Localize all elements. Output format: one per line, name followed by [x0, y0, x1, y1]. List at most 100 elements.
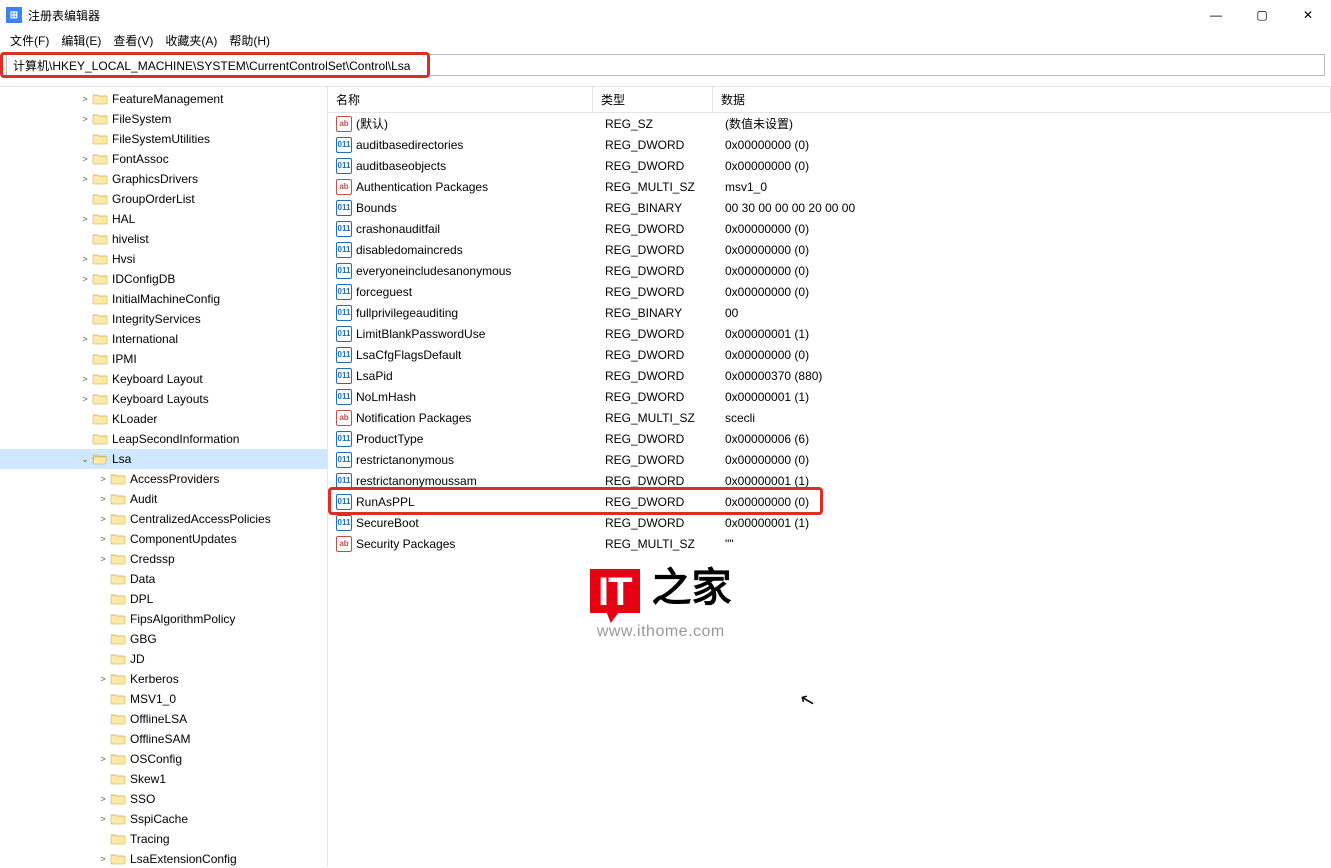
window-maximize-button[interactable]: ▢: [1239, 0, 1285, 30]
tree-item[interactable]: >Hvsi: [0, 249, 328, 269]
chevron-right-icon[interactable]: >: [96, 514, 110, 524]
tree-item[interactable]: >ComponentUpdates: [0, 529, 328, 549]
tree-item[interactable]: >GraphicsDrivers: [0, 169, 328, 189]
value-type: REG_DWORD: [597, 348, 717, 362]
chevron-right-icon[interactable]: >: [96, 754, 110, 764]
menu-file[interactable]: 文件(F): [4, 30, 55, 51]
tree-item[interactable]: >HAL: [0, 209, 328, 229]
tree-item[interactable]: >SSO: [0, 789, 328, 809]
value-row[interactable]: abSecurity PackagesREG_MULTI_SZ"": [328, 533, 1331, 554]
chevron-right-icon[interactable]: >: [78, 174, 92, 184]
tree-item-label: JD: [130, 652, 145, 666]
tree-item[interactable]: Tracing: [0, 829, 328, 849]
chevron-right-icon[interactable]: >: [78, 394, 92, 404]
value-row[interactable]: 011restrictanonymousREG_DWORD0x00000000 …: [328, 449, 1331, 470]
chevron-right-icon[interactable]: >: [96, 854, 110, 864]
value-row[interactable]: 011ProductTypeREG_DWORD0x00000006 (6): [328, 428, 1331, 449]
tree-item[interactable]: GroupOrderList: [0, 189, 328, 209]
value-row[interactable]: 011LsaCfgFlagsDefaultREG_DWORD0x00000000…: [328, 344, 1331, 365]
value-name: auditbasedirectories: [356, 138, 597, 152]
value-row[interactable]: 011restrictanonymoussamREG_DWORD0x000000…: [328, 470, 1331, 491]
tree-item[interactable]: GBG: [0, 629, 328, 649]
folder-icon: [110, 812, 126, 826]
address-bar-input[interactable]: [6, 54, 1325, 76]
tree-item[interactable]: >FontAssoc: [0, 149, 328, 169]
value-row[interactable]: abAuthentication PackagesREG_MULTI_SZmsv…: [328, 176, 1331, 197]
menu-view[interactable]: 查看(V): [107, 30, 159, 51]
value-row[interactable]: 011auditbasedirectoriesREG_DWORD0x000000…: [328, 134, 1331, 155]
chevron-right-icon[interactable]: >: [78, 274, 92, 284]
value-row[interactable]: 011crashonauditfailREG_DWORD0x00000000 (…: [328, 218, 1331, 239]
chevron-right-icon[interactable]: >: [78, 214, 92, 224]
chevron-down-icon[interactable]: ⌄: [78, 454, 92, 465]
tree-item[interactable]: Data: [0, 569, 328, 589]
chevron-right-icon[interactable]: >: [78, 334, 92, 344]
value-row[interactable]: abNotification PackagesREG_MULTI_SZscecl…: [328, 407, 1331, 428]
tree-item[interactable]: IPMI: [0, 349, 328, 369]
chevron-right-icon[interactable]: >: [96, 534, 110, 544]
column-header-data[interactable]: 数据: [713, 87, 1331, 112]
tree-item[interactable]: >LsaExtensionConfig: [0, 849, 328, 867]
value-row[interactable]: 011SecureBootREG_DWORD0x00000001 (1): [328, 512, 1331, 533]
window-close-button[interactable]: ✕: [1285, 0, 1331, 30]
chevron-right-icon[interactable]: >: [78, 154, 92, 164]
registry-tree-pane[interactable]: >FeatureManagement>FileSystemFileSystemU…: [0, 87, 328, 867]
chevron-right-icon[interactable]: >: [78, 374, 92, 384]
tree-item[interactable]: >FileSystem: [0, 109, 328, 129]
chevron-right-icon[interactable]: >: [96, 474, 110, 484]
tree-item[interactable]: >Kerberos: [0, 669, 328, 689]
value-row[interactable]: 011auditbaseobjectsREG_DWORD0x00000000 (…: [328, 155, 1331, 176]
tree-item[interactable]: hivelist: [0, 229, 328, 249]
value-row[interactable]: 011disabledomaincredsREG_DWORD0x00000000…: [328, 239, 1331, 260]
tree-item[interactable]: >Keyboard Layouts: [0, 389, 328, 409]
chevron-right-icon[interactable]: >: [96, 494, 110, 504]
value-row[interactable]: 011BoundsREG_BINARY00 30 00 00 00 20 00 …: [328, 197, 1331, 218]
menu-help[interactable]: 帮助(H): [223, 30, 276, 51]
registry-values-pane[interactable]: 名称 类型 数据 ab(默认)REG_SZ(数值未设置)011auditbase…: [328, 87, 1331, 867]
value-row[interactable]: 011everyoneincludesanonymousREG_DWORD0x0…: [328, 260, 1331, 281]
tree-item[interactable]: MSV1_0: [0, 689, 328, 709]
tree-item[interactable]: >FeatureManagement: [0, 89, 328, 109]
column-header-name[interactable]: 名称: [328, 87, 593, 112]
value-row[interactable]: 011fullprivilegeauditingREG_BINARY00: [328, 302, 1331, 323]
tree-item[interactable]: ⌄Lsa: [0, 449, 328, 469]
tree-item-label: Data: [130, 572, 155, 586]
menu-favorites[interactable]: 收藏夹(A): [159, 30, 223, 51]
value-row[interactable]: 011LsaPidREG_DWORD0x00000370 (880): [328, 365, 1331, 386]
value-row[interactable]: 011RunAsPPLREG_DWORD0x00000000 (0): [328, 491, 1331, 512]
tree-item[interactable]: FipsAlgorithmPolicy: [0, 609, 328, 629]
chevron-right-icon[interactable]: >: [78, 114, 92, 124]
tree-item[interactable]: KLoader: [0, 409, 328, 429]
chevron-right-icon[interactable]: >: [78, 94, 92, 104]
tree-item[interactable]: >Credssp: [0, 549, 328, 569]
chevron-right-icon[interactable]: >: [78, 254, 92, 264]
tree-item[interactable]: >IDConfigDB: [0, 269, 328, 289]
chevron-right-icon[interactable]: >: [96, 814, 110, 824]
value-row[interactable]: ab(默认)REG_SZ(数值未设置): [328, 113, 1331, 134]
tree-item[interactable]: >Audit: [0, 489, 328, 509]
value-row[interactable]: 011NoLmHashREG_DWORD0x00000001 (1): [328, 386, 1331, 407]
tree-item[interactable]: Skew1: [0, 769, 328, 789]
tree-item[interactable]: >SspiCache: [0, 809, 328, 829]
chevron-right-icon[interactable]: >: [96, 794, 110, 804]
tree-item[interactable]: OfflineLSA: [0, 709, 328, 729]
tree-item[interactable]: FileSystemUtilities: [0, 129, 328, 149]
tree-item[interactable]: >International: [0, 329, 328, 349]
tree-item[interactable]: >AccessProviders: [0, 469, 328, 489]
column-header-type[interactable]: 类型: [593, 87, 713, 112]
tree-item[interactable]: >CentralizedAccessPolicies: [0, 509, 328, 529]
tree-item[interactable]: InitialMachineConfig: [0, 289, 328, 309]
tree-item[interactable]: JD: [0, 649, 328, 669]
window-minimize-button[interactable]: —: [1193, 0, 1239, 30]
tree-item[interactable]: LeapSecondInformation: [0, 429, 328, 449]
menu-edit[interactable]: 编辑(E): [55, 30, 107, 51]
tree-item[interactable]: DPL: [0, 589, 328, 609]
tree-item[interactable]: >Keyboard Layout: [0, 369, 328, 389]
value-row[interactable]: 011forceguestREG_DWORD0x00000000 (0): [328, 281, 1331, 302]
value-row[interactable]: 011LimitBlankPasswordUseREG_DWORD0x00000…: [328, 323, 1331, 344]
tree-item[interactable]: >OSConfig: [0, 749, 328, 769]
tree-item[interactable]: OfflineSAM: [0, 729, 328, 749]
tree-item[interactable]: IntegrityServices: [0, 309, 328, 329]
chevron-right-icon[interactable]: >: [96, 674, 110, 684]
chevron-right-icon[interactable]: >: [96, 554, 110, 564]
